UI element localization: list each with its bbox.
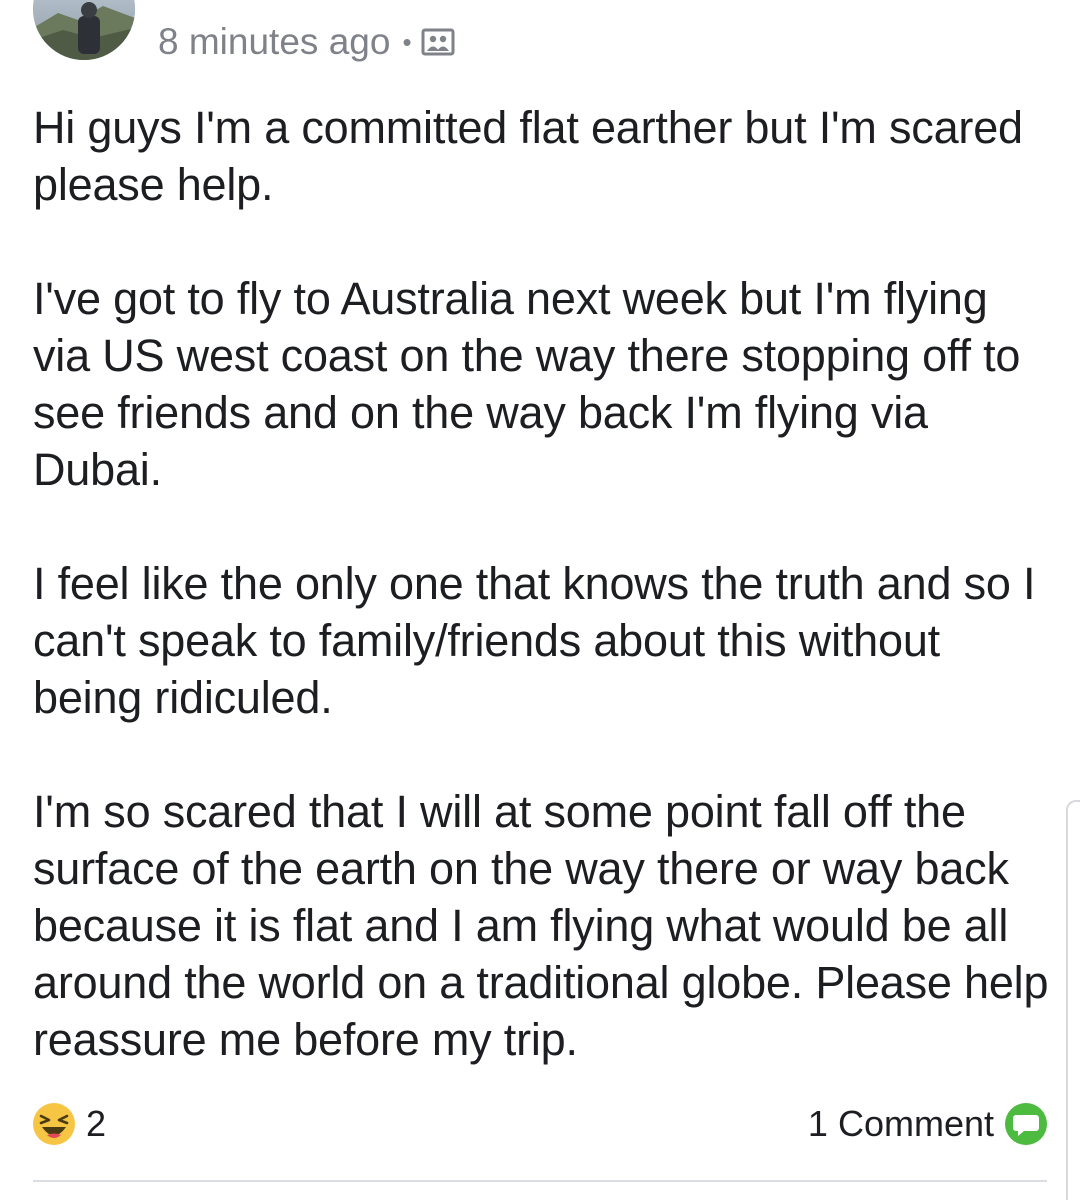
comment-count-label: 1 Comment [807, 1103, 994, 1144]
avatar[interactable] [33, 0, 135, 60]
post-meta: 8 minutes ago • [158, 20, 455, 64]
reaction-count: 2 [86, 1103, 107, 1144]
laughing-emoji-icon [33, 1103, 75, 1145]
post-paragraph: Hi guys I'm a committed flat earther but… [33, 102, 1023, 210]
comment-bubble-icon [1005, 1103, 1047, 1145]
reaction-summary[interactable]: 2 [32, 1100, 106, 1148]
adjacent-card-edge [1066, 800, 1080, 1200]
post-paragraph: I've got to fly to Australia next week b… [33, 273, 1021, 495]
meta-separator: • [402, 26, 412, 57]
comment-summary[interactable]: 1 Comment [808, 1100, 1048, 1148]
footer-divider [33, 1180, 1047, 1182]
post-timestamp[interactable]: 8 minutes ago [158, 21, 390, 63]
avatar-photo [33, 0, 135, 60]
group-photo-icon[interactable] [421, 27, 455, 57]
post-header: 8 minutes ago • [0, 0, 1080, 70]
post-text: Hi guys I'm a committed flat earther but… [33, 99, 1053, 1068]
post-paragraph: I feel like the only one that knows the … [33, 558, 1036, 723]
post-paragraph: I'm so scared that I will at some point … [33, 786, 1049, 1065]
